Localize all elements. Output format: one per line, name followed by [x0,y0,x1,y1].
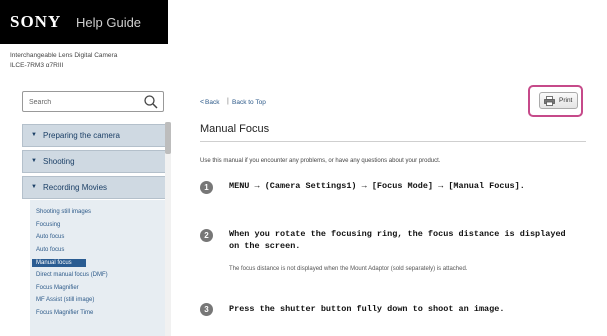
step-number-2: 2 [200,229,213,242]
step-number-3: 3 [200,303,213,316]
back-link[interactable]: Back [205,99,219,106]
back-arrow-icon[interactable]: < [200,99,204,106]
sidebar-item-label: Recording Movies [43,183,108,192]
model-number: ILCE-7RM3 α7RIII [10,62,64,69]
header-bar: SONY Help Guide [0,0,607,44]
search-input[interactable] [29,96,139,108]
subitem-shooting-still[interactable]: Shooting still images [36,209,91,215]
search-icon[interactable] [143,94,159,110]
sidebar-scroll-thumb[interactable] [165,122,171,154]
product-name: Interchangeable Lens Digital Camera [10,52,118,59]
subitem-auto-focus-2[interactable]: Auto focus [36,247,64,253]
header-blank-area [168,0,607,44]
sidebar-item-label: Preparing the camera [43,131,120,140]
sidebar-scrollbar[interactable] [165,122,171,336]
product-model: Interchangeable Lens Digital Camera ILCE… [10,51,117,71]
sidebar-item-shooting[interactable]: ▼ Shooting [22,150,170,173]
subitem-manual-focus[interactable]: Manual focus [32,259,86,267]
sidebar-item-preparing[interactable]: ▼ Preparing the camera [22,124,170,147]
triangle-down-icon: ▼ [31,132,37,138]
brand-logo[interactable]: SONY [10,12,61,32]
step-number-1: 1 [200,181,213,194]
sidebar-nav: ▼ Preparing the camera ▼ Shooting ▼ Reco… [22,120,170,336]
subitem-focus-magnifier-time[interactable]: Focus Magnifier Time [36,310,93,316]
page-title: Manual Focus [200,123,270,135]
subitem-focusing[interactable]: Focusing [36,222,60,228]
printer-icon [544,96,555,106]
help-guide-title: Help Guide [76,15,142,30]
sidebar-item-recording[interactable]: ▼ Recording Movies [22,176,170,199]
nav-separator: | [227,98,229,105]
intro-text: Use this manual if you encounter any pro… [200,158,441,164]
step-1-text: MENU → (Camera Settings1) → [Focus Mode]… [229,181,525,191]
triangle-down-icon: ▼ [31,184,37,190]
step-2-text: When you rotate the focusing ring, the f… [229,229,566,251]
subitem-focus-magnifier[interactable]: Focus Magnifier [36,285,79,291]
triangle-down-icon: ▼ [31,158,37,164]
subitem-mf-assist[interactable]: MF Assist (still image) [36,297,94,303]
step-2-note: The focus distance is not displayed when… [229,266,468,272]
print-label: Print [559,97,573,104]
step-3-text: Press the shutter button fully down to s… [229,304,505,314]
subitem-auto-focus[interactable]: Auto focus [36,234,64,240]
title-divider [200,141,586,142]
subitem-dmf[interactable]: Direct manual focus (DMF) [36,272,108,278]
search-box [22,91,164,112]
print-button[interactable]: Print [539,92,578,109]
back-to-top-link[interactable]: Back to Top [232,99,266,106]
sidebar-item-label: Shooting [43,157,75,166]
